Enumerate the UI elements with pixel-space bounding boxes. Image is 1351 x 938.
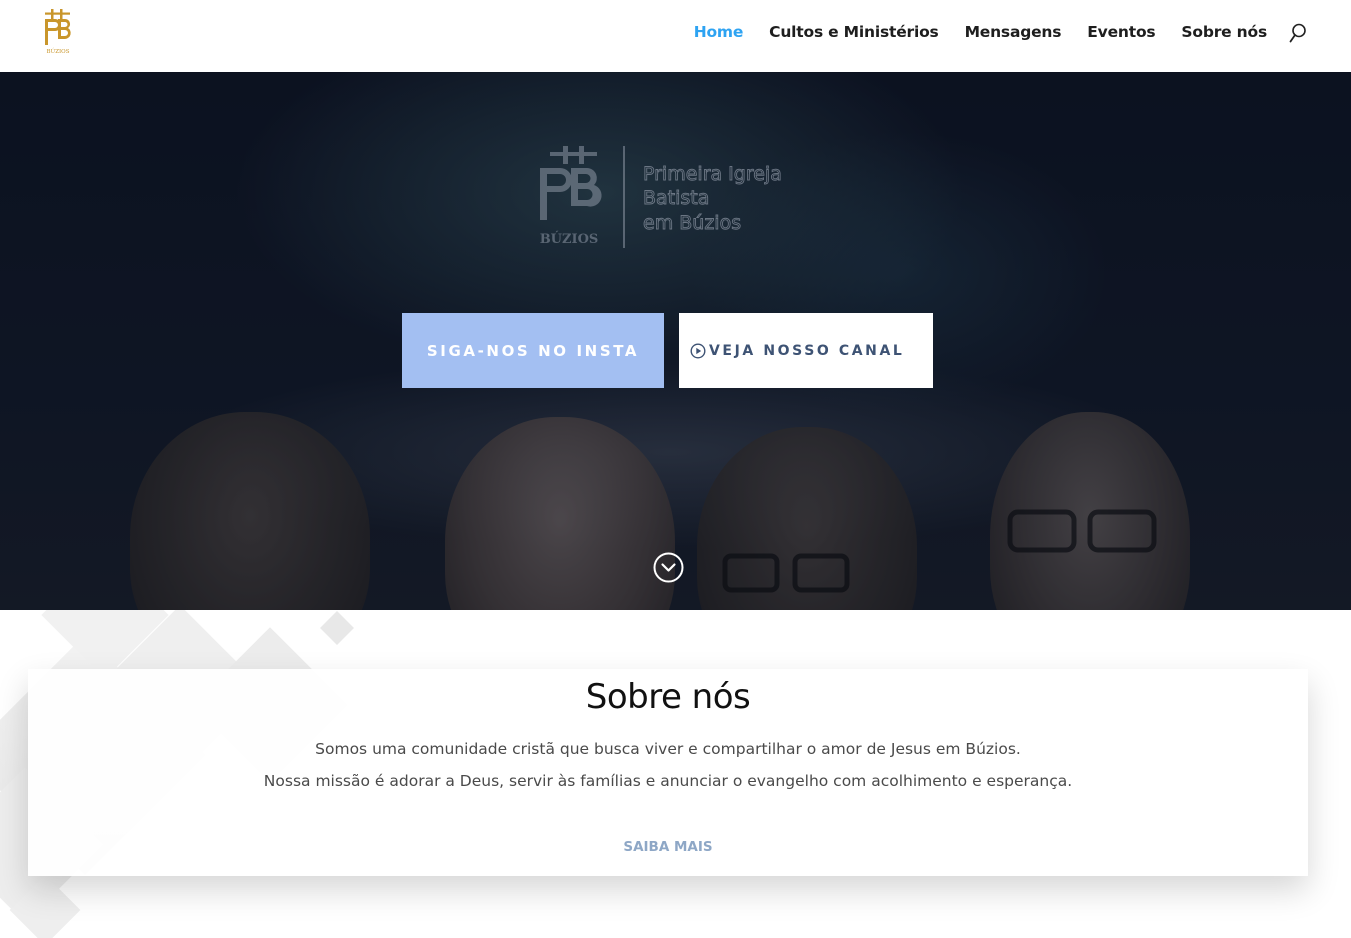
chevron-down-circle-icon[interactable] [653, 552, 684, 583]
hero-logo-line3: em Búzios [643, 212, 741, 234]
nav-item-cultos[interactable]: Cultos e Ministérios [769, 22, 939, 42]
main-nav: Home Cultos e Ministérios Mensagens Even… [694, 22, 1268, 42]
nav-item-eventos[interactable]: Eventos [1087, 22, 1155, 42]
search-icon[interactable] [1289, 23, 1307, 43]
hero-section: BÚZIOS Primeira Igreja Batista em Búzios… [0, 72, 1351, 610]
youtube-channel-label: VEJA NOSSO CANAL [709, 342, 905, 359]
about-title: Sobre nós [585, 677, 751, 717]
about-card: Sobre nós Somos uma comunidade cristã qu… [28, 669, 1308, 876]
hero-church-logo: BÚZIOS Primeira Igreja Batista em Búzios [540, 146, 782, 248]
youtube-channel-button[interactable]: VEJA NOSSO CANAL [679, 313, 933, 388]
logo-label: BÚZIOS [47, 47, 70, 55]
nav-item-sobre[interactable]: Sobre nós [1181, 22, 1267, 42]
nav-item-mensagens[interactable]: Mensagens [965, 22, 1062, 42]
play-circle-icon [690, 342, 706, 359]
hero-logo-line1: Primeira Igreja [643, 163, 782, 185]
instagram-button[interactable]: SIGA-NOS NO INSTA [402, 313, 664, 388]
church-logo[interactable]: BÚZIOS [42, 9, 74, 55]
hero-logo-mark: BÚZIOS [540, 230, 599, 247]
saiba-mais-link[interactable]: SAIBA MAIS [28, 839, 1308, 855]
hero-logo-line2: Batista [643, 187, 709, 209]
about-text-line1: Somos uma comunidade cristã que busca vi… [315, 740, 1021, 758]
about-text-line2: Nossa missão é adorar a Deus, servir às … [263, 772, 1073, 790]
bg-diamond [320, 611, 354, 645]
nav-item-home[interactable]: Home [694, 22, 744, 42]
site-header: BÚZIOS Home Cultos e Ministérios Mensage… [0, 0, 1351, 72]
